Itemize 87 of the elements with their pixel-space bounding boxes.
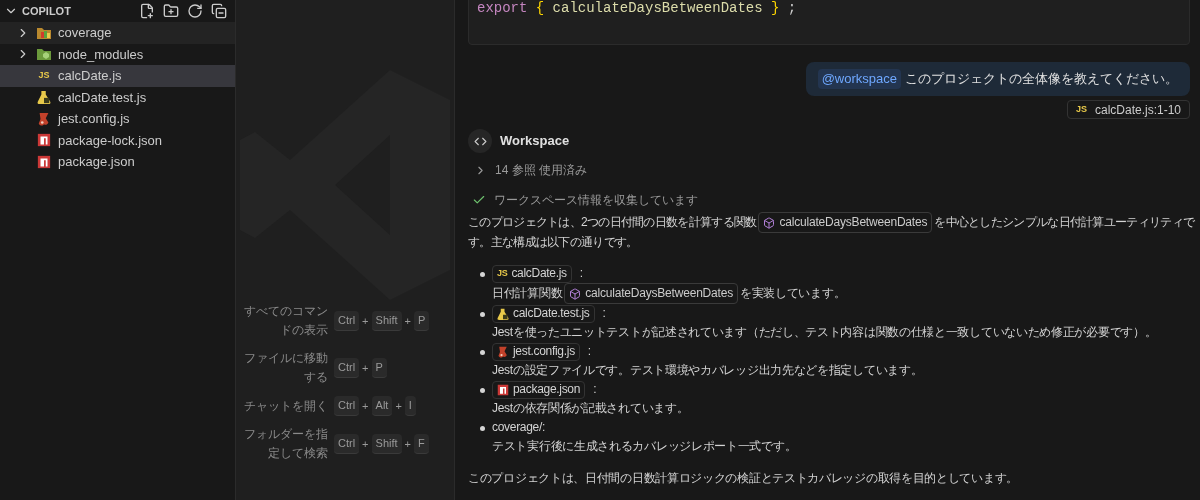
file-name: calcDate.test.js <box>58 88 147 107</box>
reference-chip[interactable]: JS calcDate.js:1-10 <box>1066 100 1190 119</box>
colon-text: : <box>587 343 591 360</box>
refresh-icon[interactable] <box>187 3 203 19</box>
paragraph-text: テスト実行後に生成されるカバレッジレポート一式です。 <box>492 439 797 453</box>
file-chip[interactable]: package.json <box>492 380 586 399</box>
paragraph-text: を実装しています。 <box>739 285 846 300</box>
cube-icon <box>569 287 582 300</box>
file-tree-item[interactable]: calcDate.test.js <box>0 86 235 108</box>
file-name: package-lock.json <box>58 131 163 150</box>
plus-sign: + <box>395 398 402 414</box>
flask-icon <box>497 307 509 320</box>
explorer-title: COPILOT <box>22 3 71 19</box>
keyboard-key: Alt <box>371 396 393 416</box>
keyboard-key: Shift <box>371 434 402 454</box>
bullet-icon <box>480 272 485 277</box>
item-title: coverage/: <box>492 419 546 436</box>
paragraph-text: す。主な構成は以下の通りです。 <box>468 235 638 249</box>
keyboard-key: Ctrl <box>334 434 360 454</box>
paragraph-text: このプロジェクトは、2つの日付間の日数を計算する関数 <box>468 214 757 229</box>
file-tree-item[interactable]: coverage <box>0 22 235 44</box>
plus-sign: + <box>362 398 369 414</box>
package-icon <box>37 133 51 148</box>
file-name: package.json <box>58 153 135 171</box>
file-chip[interactable]: JS calcDate.js <box>492 264 572 283</box>
bullet-icon <box>480 312 485 317</box>
conclusion-text: このプロジェクトは、日付間の日数計算ロジックの検証とテストカバレッジの取得を目的としています。 <box>468 470 1019 487</box>
file-chip[interactable]: calcDate.test.js <box>492 304 595 323</box>
mention-chip[interactable]: @workspace <box>817 69 901 89</box>
flask-icon <box>37 90 51 105</box>
keyboard-key: P <box>414 311 430 331</box>
bullet-icon <box>480 350 485 355</box>
plus-sign: + <box>362 436 369 452</box>
keyboard-key: P <box>371 358 387 378</box>
keyboard-key: I <box>404 396 416 416</box>
shortcut-label: チャットを開く <box>243 397 328 415</box>
file-tree-item[interactable]: package.json <box>0 151 235 173</box>
paragraph-text: を中心としたシンプルな日付計算ユーティリティで <box>934 214 1195 229</box>
paragraph-text: Jestの設定ファイルです。テスト環境やカバレッジ出力先などを指定しています。 <box>492 363 923 377</box>
keyboard-key: Ctrl <box>334 396 360 416</box>
colon-text: : <box>579 265 583 282</box>
plus-sign: + <box>362 313 369 329</box>
folder-icon <box>36 46 52 63</box>
bullet-icon <box>480 426 485 431</box>
references-toggle[interactable]: 14 参照 使用済み <box>468 161 1190 179</box>
file-tree-item[interactable]: node_modules <box>0 43 235 65</box>
file-tree-item[interactable]: package-lock.json <box>0 129 235 151</box>
colon-text: : <box>602 305 606 322</box>
js-file-icon: JS <box>38 71 50 81</box>
keyboard-key: Ctrl <box>334 311 360 331</box>
cube-icon <box>763 216 776 229</box>
keyboard-key: F <box>414 434 429 454</box>
file-tree-item[interactable]: jest.config.js <box>0 108 235 130</box>
shortcut-label: ファイルに移動する <box>243 350 328 386</box>
agent-name: Workspace <box>500 132 570 151</box>
file-name: node_modules <box>58 45 144 64</box>
js-file-icon: JS <box>1075 105 1087 114</box>
progress-text: ワークスペース情報を収集しています <box>494 192 698 209</box>
symbol-chip[interactable]: calculateDaysBetweenDates <box>564 283 738 304</box>
package-icon <box>497 383 509 396</box>
shortcut-label: フォルダーを指定して検索 <box>243 426 328 462</box>
plus-sign: + <box>404 313 411 329</box>
package-icon <box>37 154 51 169</box>
jest-icon <box>497 345 509 358</box>
paragraph-text: Jestを使ったユニットテストが記述されています（ただし、テスト内容は関数の仕様と一致していないため修正が必要です）。 <box>492 325 1157 339</box>
file-tree-item[interactable]: JS calcDate.js <box>0 65 235 87</box>
js-file-icon: JS <box>497 269 508 278</box>
new-folder-icon[interactable] <box>163 3 179 19</box>
colon-text: : <box>593 381 597 398</box>
file-name: calcDate.js <box>58 67 122 85</box>
new-file-icon[interactable] <box>139 3 155 19</box>
file-name: coverage <box>58 24 112 42</box>
file-name: jest.config.js <box>58 110 130 128</box>
symbol-chip[interactable]: calculateDaysBetweenDates <box>758 212 933 233</box>
collapse-all-icon[interactable] <box>211 3 227 19</box>
keyboard-key: Shift <box>371 311 402 331</box>
paragraph-text: 日付計算関数 <box>492 285 563 300</box>
code-line: export { calculateDaysBetweenDates } ; <box>477 0 797 16</box>
shortcut-label: すべてのコマンドの表示 <box>243 303 328 339</box>
keyboard-key: Ctrl <box>334 358 360 378</box>
jest-icon <box>37 111 51 126</box>
paragraph-text: Jestの依存関係が記載されています。 <box>492 401 689 415</box>
message-text: このプロジェクトの全体像を教えてください。 <box>905 70 1178 89</box>
plus-sign: + <box>404 436 411 452</box>
bullet-icon <box>480 388 485 393</box>
plus-sign: + <box>362 360 369 376</box>
file-chip[interactable]: jest.config.js <box>492 342 580 361</box>
